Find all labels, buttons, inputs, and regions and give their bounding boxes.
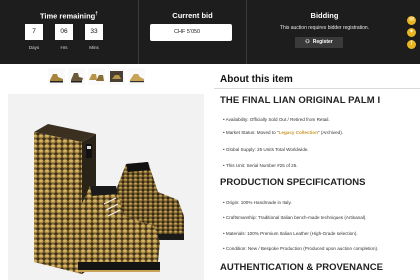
twitter-icon[interactable]: ✦: [407, 28, 416, 37]
sneaker-pair-thumbnail[interactable]: [88, 68, 105, 85]
days-value: 7: [25, 24, 43, 40]
user-plus-icon: ⚇: [305, 39, 310, 45]
register-button[interactable]: ⚇ Register: [295, 37, 343, 48]
spec-craftsmanship: • Craftsmanship: Traditional Italian ben…: [223, 215, 367, 220]
sneaker-angle-thumbnail[interactable]: [68, 68, 85, 85]
email-icon[interactable]: ✉: [407, 16, 416, 25]
days-label: Days: [28, 45, 40, 50]
main-product-image[interactable]: [8, 94, 204, 280]
legacy-collection-highlight: Legacy Collection: [278, 130, 318, 135]
current-bid-title: Current bid: [172, 11, 213, 20]
spec-materials: • Materials: 100% Premium Italian Leathe…: [223, 231, 358, 236]
current-bid-panel: Current bid CHF 5'050: [138, 0, 246, 64]
bidding-panel: Bidding This auction requires bidder reg…: [246, 0, 402, 64]
time-remaining-panel: Time remaining† 7 06 33 Days Hrs Mins: [0, 0, 138, 64]
registration-note: This auction requires bidder registratio…: [279, 25, 370, 31]
sneaker-detail-thumbnail[interactable]: [128, 68, 145, 85]
item-title: THE FINAL LIAN ORIGINAL PALM I: [220, 95, 381, 106]
detail-availability: • Availability: Officially Sold Out / Re…: [223, 117, 330, 122]
minutes-value: 33: [85, 24, 103, 40]
minutes-label: Mins: [89, 45, 99, 50]
current-bid-value: CHF 5'050: [150, 24, 232, 41]
divider: [214, 88, 420, 89]
register-label: Register: [312, 39, 333, 45]
time-remaining-title: Time remaining†: [39, 11, 99, 21]
authentication-heading: AUTHENTICATION & PROVENANCE: [220, 262, 383, 273]
detail-unit-serial: • This Unit: Serial Number #25 of 25.: [223, 163, 298, 168]
hours-label: Hrs: [60, 45, 68, 50]
thumbnail-strip: [48, 68, 178, 88]
about-heading: About this item: [220, 74, 293, 85]
auction-bar: Time remaining† 7 06 33 Days Hrs Mins Cu…: [0, 0, 420, 64]
spec-origin: • Origin: 100% Handmade in Italy.: [223, 200, 292, 205]
hours-value: 06: [55, 24, 73, 40]
spec-condition: • Condition: New / Bespoke Production (P…: [223, 246, 379, 251]
detail-global-supply: • Global Supply: 25 Units Total Worldwid…: [223, 147, 309, 152]
facebook-icon[interactable]: f: [407, 40, 416, 49]
sneaker-box-thumbnail[interactable]: [108, 68, 125, 85]
sneaker-side-thumbnail[interactable]: [48, 68, 65, 85]
bidding-title: Bidding: [310, 11, 339, 20]
production-specs-heading: PRODUCTION SPECIFICATIONS: [220, 177, 366, 188]
detail-market-status: • Market Status: Moved to "Legacy Collec…: [223, 130, 344, 135]
